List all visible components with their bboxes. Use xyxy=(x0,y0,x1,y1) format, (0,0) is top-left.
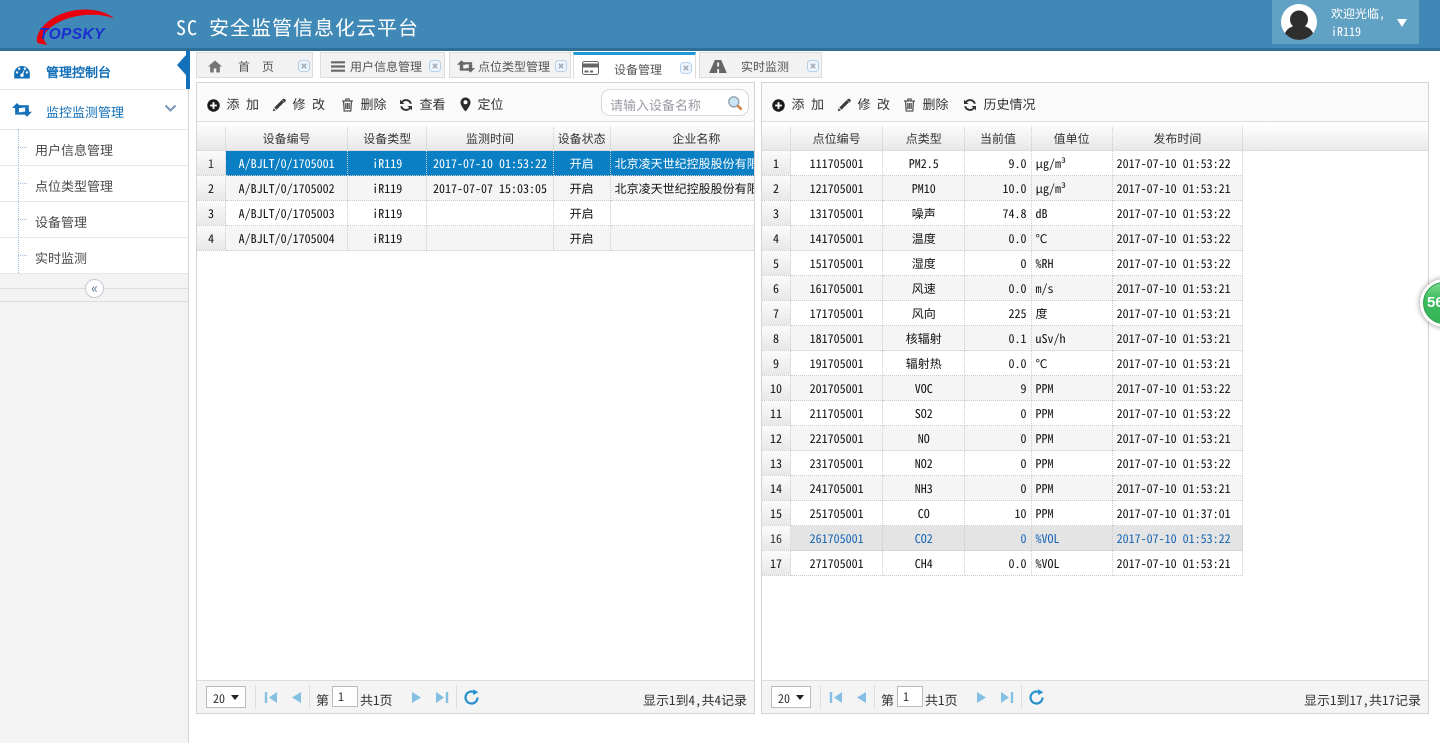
svg-text:TOPSKY: TOPSKY xyxy=(39,26,106,43)
